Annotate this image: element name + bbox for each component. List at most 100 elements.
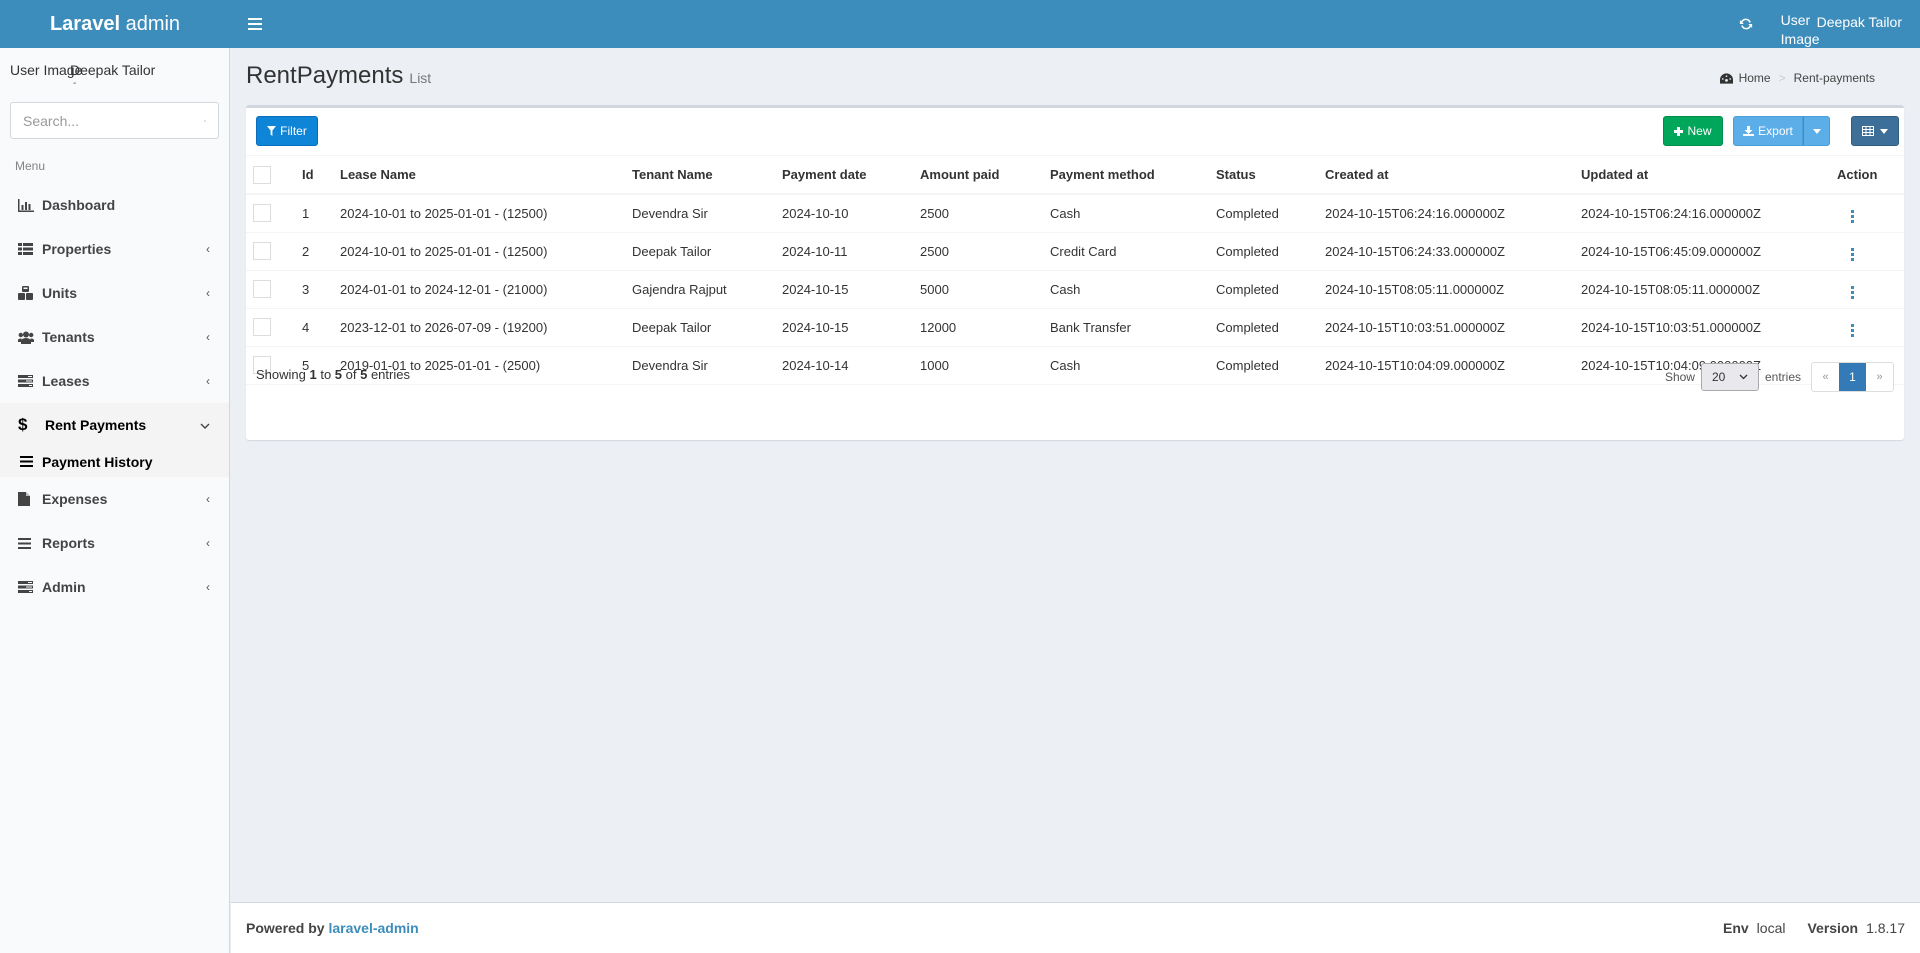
sidebar-item-label: Tenants: [42, 329, 95, 345]
column-header-tenant-name[interactable]: Tenant Name: [624, 156, 774, 195]
breadcrumb-separator: >: [1778, 71, 1786, 85]
grid-toolbar: Filter New Export: [246, 108, 1904, 156]
pagination-prev[interactable]: «: [1812, 363, 1839, 391]
row-actions-kebab-icon[interactable]: [1847, 284, 1858, 301]
sidebar-item-expenses[interactable]: Expenses ‹: [0, 477, 229, 521]
chevron-down-icon: [200, 418, 210, 432]
column-header-amount-paid[interactable]: Amount paid: [912, 156, 1042, 195]
cell-created-at: 2024-10-15T10:03:51.000000Z: [1317, 308, 1573, 347]
dollar-icon: $: [18, 415, 28, 434]
sidebar-item-label: Expenses: [42, 491, 108, 507]
user-menu[interactable]: Deepak Tailor: [1817, 14, 1902, 30]
sidebar-item-properties[interactable]: Properties ‹: [0, 227, 229, 271]
cell-payment-method: Cash: [1042, 270, 1208, 309]
cell-payment-method: Credit Card: [1042, 232, 1208, 271]
pagination-next[interactable]: »: [1866, 363, 1893, 391]
cell-payment-date: 2024-10-11: [774, 232, 912, 271]
entries-label: entries: [1764, 370, 1801, 384]
sidebar-item-tenants[interactable]: Tenants ‹: [0, 315, 229, 359]
cell-id: 3: [294, 270, 332, 309]
sidebar-item-units[interactable]: Units ‹: [0, 271, 229, 315]
column-header-created-at[interactable]: Created at: [1317, 156, 1573, 195]
laravel-admin-link[interactable]: laravel-admin: [328, 920, 418, 936]
cell-created-at: 2024-10-15T08:05:11.000000Z: [1317, 270, 1573, 309]
menu-header: Menu: [15, 159, 46, 173]
filter-button[interactable]: Filter: [256, 116, 318, 146]
chevron-left-icon: ‹: [206, 286, 210, 300]
select-all-checkbox[interactable]: [253, 165, 271, 184]
top-navbar: Laravel admin User Image Deepak Tailor: [0, 0, 1920, 48]
cell-lease-name: 2024-10-01 to 2025-01-01 - (12500): [332, 232, 624, 271]
sidebar-search: [10, 102, 219, 139]
sidebar-search-input[interactable]: [23, 112, 204, 129]
page-subtitle: List: [409, 70, 432, 86]
column-header-lease-name[interactable]: Lease Name: [332, 156, 624, 195]
tasks-icon: [18, 375, 33, 387]
refresh-button[interactable]: [1736, 14, 1756, 34]
sidebar-item-dashboard[interactable]: Dashboard: [0, 183, 229, 227]
hamburger-icon: [248, 18, 262, 30]
column-header-payment-method[interactable]: Payment method: [1042, 156, 1208, 195]
show-label: Show: [1664, 370, 1695, 384]
cell-status: Completed: [1208, 194, 1317, 233]
row-checkbox[interactable]: [253, 280, 271, 298]
row-checkbox[interactable]: [253, 204, 271, 223]
per-page-select[interactable]: 20: [1700, 363, 1759, 391]
cell-tenant-name: Devendra Sir: [624, 194, 774, 233]
sidebar-item-admin[interactable]: Admin ‹: [0, 565, 229, 609]
row-actions-kebab-icon[interactable]: [1847, 208, 1858, 225]
cell-lease-name: 2024-01-01 to 2024-12-01 - (21000): [332, 270, 624, 309]
sidebar-toggle-button[interactable]: [245, 0, 265, 48]
cell-payment-date: 2024-10-15: [774, 270, 912, 309]
sidebar-item-leases[interactable]: Leases ‹: [0, 359, 229, 403]
column-header-updated-at[interactable]: Updated at: [1573, 156, 1829, 195]
tasks-icon: [18, 581, 33, 593]
cell-amount-paid: 2500: [912, 232, 1042, 271]
table-header-row: Id Lease Name Tenant Name Payment date A…: [246, 156, 1904, 195]
env-value: local: [1756, 920, 1786, 936]
column-header-status[interactable]: Status: [1208, 156, 1317, 195]
sidebar-item-reports[interactable]: Reports ‹: [0, 521, 229, 565]
cell-updated-at: 2024-10-15T06:45:09.000000Z: [1573, 232, 1829, 271]
pagination-page-1[interactable]: 1: [1839, 363, 1866, 391]
cell-created-at: 2024-10-15T06:24:16.000000Z: [1317, 194, 1573, 233]
cell-updated-at: 2024-10-15T06:24:16.000000Z: [1573, 194, 1829, 233]
column-header-payment-date[interactable]: Payment date: [774, 156, 912, 195]
search-icon[interactable]: [204, 114, 206, 128]
sidebar-subitem-payment-history[interactable]: Payment History: [0, 447, 229, 477]
bars-icon: [18, 537, 31, 549]
cell-tenant-name: Deepak Tailor: [624, 232, 774, 271]
row-checkbox[interactable]: [253, 242, 271, 260]
chevron-left-icon: ‹: [206, 492, 210, 506]
cell-id: 4: [294, 308, 332, 347]
filter-icon: [267, 126, 277, 136]
logo[interactable]: Laravel admin: [0, 13, 230, 36]
export-button[interactable]: Export: [1733, 116, 1803, 146]
sidebar-subitem-label: Payment History: [42, 454, 153, 470]
sidebar: User Image Deepak Tailor - Menu Dashboar…: [0, 48, 230, 953]
file-icon: [18, 492, 30, 506]
user-avatar[interactable]: User Image: [1781, 11, 1820, 49]
version-label: Version: [1807, 920, 1859, 936]
cell-lease-name: 2024-10-01 to 2025-01-01 - (12500): [332, 194, 624, 233]
row-actions-kebab-icon[interactable]: [1847, 246, 1858, 263]
cell-tenant-name: Gajendra Rajput: [624, 270, 774, 309]
table-row: 2 2024-10-01 to 2025-01-01 - (12500) Deepa…: [246, 232, 1904, 271]
row-actions-kebab-icon[interactable]: [1847, 322, 1858, 339]
column-header-id[interactable]: Id: [294, 156, 332, 195]
export-dropdown-toggle[interactable]: [1803, 116, 1830, 146]
table-icon: [1862, 126, 1874, 136]
sidebar-item-label: Reports: [42, 535, 95, 551]
sidebar-user-name: Deepak Tailor: [70, 62, 156, 78]
sidebar-item-label: Properties: [42, 241, 112, 257]
column-selector-button[interactable]: [1851, 116, 1899, 146]
pager: Show 20 entries « 1 »: [1665, 362, 1894, 392]
sidebar-item-rent-payments[interactable]: $ Rent Payments: [0, 403, 229, 447]
row-checkbox[interactable]: [253, 318, 271, 336]
chevron-left-icon: ‹: [206, 580, 210, 594]
new-button[interactable]: New: [1663, 116, 1723, 146]
chevron-left-icon: ‹: [206, 536, 210, 550]
column-header-action: Action: [1829, 156, 1904, 195]
breadcrumb-home[interactable]: Home: [1719, 71, 1771, 85]
cell-amount-paid: 12000: [912, 308, 1042, 347]
